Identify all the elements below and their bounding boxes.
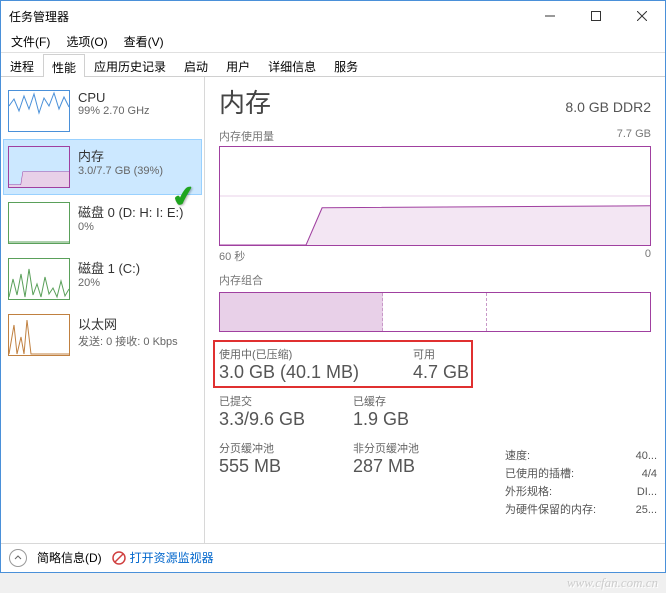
reserved-label: 为硬件保留的内存: xyxy=(505,501,596,519)
sidebar-memory-name: 内存 xyxy=(78,146,197,165)
sidebar-disk0-detail: 0% xyxy=(78,221,197,233)
performance-sidebar: CPU 99% 2.70 GHz 内存 3.0/7.7 GB (39%) xyxy=(1,77,205,543)
disk0-thumbnail xyxy=(8,202,70,244)
sidebar-cpu-name: CPU xyxy=(78,90,197,105)
tab-processes[interactable]: 进程 xyxy=(1,53,43,76)
usage-chart-label: 内存使用量 xyxy=(219,128,274,144)
sidebar-ethernet-name: 以太网 xyxy=(78,314,197,333)
tab-startup[interactable]: 启动 xyxy=(175,53,217,76)
committed-label: 已提交 xyxy=(219,393,329,409)
menu-file[interactable]: 文件(F) xyxy=(5,31,56,52)
paged-value: 555 MB xyxy=(219,456,329,477)
sidebar-item-disk1[interactable]: 磁盘 1 (C:) 20% xyxy=(3,251,202,307)
collapse-button[interactable] xyxy=(9,549,27,567)
sidebar-memory-detail: 3.0/7.7 GB (39%) xyxy=(78,165,197,177)
usage-chart-max: 7.7 GB xyxy=(617,128,651,144)
sidebar-disk1-detail: 20% xyxy=(78,277,197,289)
paged-label: 分页缓冲池 xyxy=(219,440,329,456)
sidebar-item-ethernet[interactable]: 以太网 发送: 0 接收: 0 Kbps xyxy=(3,307,202,363)
cached-label: 已缓存 xyxy=(353,393,409,409)
page-title: 内存 xyxy=(219,83,271,120)
nonpaged-label: 非分页缓冲池 xyxy=(353,440,419,456)
watermark: www.cfan.com.cn xyxy=(567,575,658,591)
reserved-value: 25... xyxy=(636,501,657,519)
slots-label: 已使用的插槽: xyxy=(505,465,574,483)
content-area: CPU 99% 2.70 GHz 内存 3.0/7.7 GB (39%) xyxy=(1,77,665,543)
tab-app-history[interactable]: 应用历史记录 xyxy=(85,53,175,76)
menu-view[interactable]: 查看(V) xyxy=(118,31,170,52)
in-use-value: 3.0 GB (40.1 MB) xyxy=(219,362,389,383)
tab-bar: 进程 性能 应用历史记录 启动 用户 详细信息 服务 xyxy=(1,53,665,77)
ethernet-thumbnail xyxy=(8,314,70,356)
memory-thumbnail xyxy=(8,146,70,188)
footer-bar: 简略信息(D) 打开资源监视器 xyxy=(1,543,665,571)
tab-performance[interactable]: 性能 xyxy=(43,54,85,77)
main-panel: 内存 8.0 GB DDR2 内存使用量 7.7 GB 60 秒 0 内存组合 xyxy=(205,77,665,543)
tab-services[interactable]: 服务 xyxy=(325,53,367,76)
minimize-button[interactable] xyxy=(527,1,573,31)
axis-left: 60 秒 xyxy=(219,248,245,264)
cpu-thumbnail xyxy=(8,90,70,132)
memory-usage-chart xyxy=(219,146,651,246)
tab-users[interactable]: 用户 xyxy=(217,53,259,76)
memory-spec: 8.0 GB DDR2 xyxy=(565,99,651,115)
available-value: 4.7 GB xyxy=(413,362,469,383)
available-label: 可用 xyxy=(413,346,469,362)
menu-options[interactable]: 选项(O) xyxy=(60,31,113,52)
cached-value: 1.9 GB xyxy=(353,409,409,430)
form-label: 外形规格: xyxy=(505,483,552,501)
memory-composition-chart xyxy=(219,292,651,332)
task-manager-window: 任务管理器 文件(F) 选项(O) 查看(V) 进程 性能 应用历史记录 启动 … xyxy=(0,0,666,573)
sidebar-cpu-detail: 99% 2.70 GHz xyxy=(78,105,197,117)
window-title: 任务管理器 xyxy=(9,8,527,25)
maximize-button[interactable] xyxy=(573,1,619,31)
nonpaged-value: 287 MB xyxy=(353,456,419,477)
resource-monitor-link[interactable]: 打开资源监视器 xyxy=(112,549,214,566)
titlebar: 任务管理器 xyxy=(1,1,665,31)
disk1-thumbnail xyxy=(8,258,70,300)
form-value: DI... xyxy=(637,483,657,501)
in-use-label: 使用中(已压缩) xyxy=(219,346,389,362)
axis-right: 0 xyxy=(645,248,651,264)
speed-label: 速度: xyxy=(505,447,530,465)
memory-info-table: 速度: 40... 已使用的插槽: 4/4 外形规格: DI... 为硬件保留的内存:… xyxy=(505,447,657,519)
composition-label: 内存组合 xyxy=(219,272,263,288)
menu-bar: 文件(F) 选项(O) 查看(V) xyxy=(1,31,665,53)
tab-details[interactable]: 详细信息 xyxy=(259,53,325,76)
speed-value: 40... xyxy=(636,447,657,465)
slots-value: 4/4 xyxy=(642,465,657,483)
close-button[interactable] xyxy=(619,1,665,31)
committed-value: 3.3/9.6 GB xyxy=(219,409,329,430)
sidebar-disk1-name: 磁盘 1 (C:) xyxy=(78,258,197,277)
no-entry-icon xyxy=(112,551,126,565)
brief-info-link[interactable]: 简略信息(D) xyxy=(37,549,102,566)
sidebar-ethernet-detail: 发送: 0 接收: 0 Kbps xyxy=(78,333,197,349)
sidebar-item-cpu[interactable]: CPU 99% 2.70 GHz xyxy=(3,83,202,139)
